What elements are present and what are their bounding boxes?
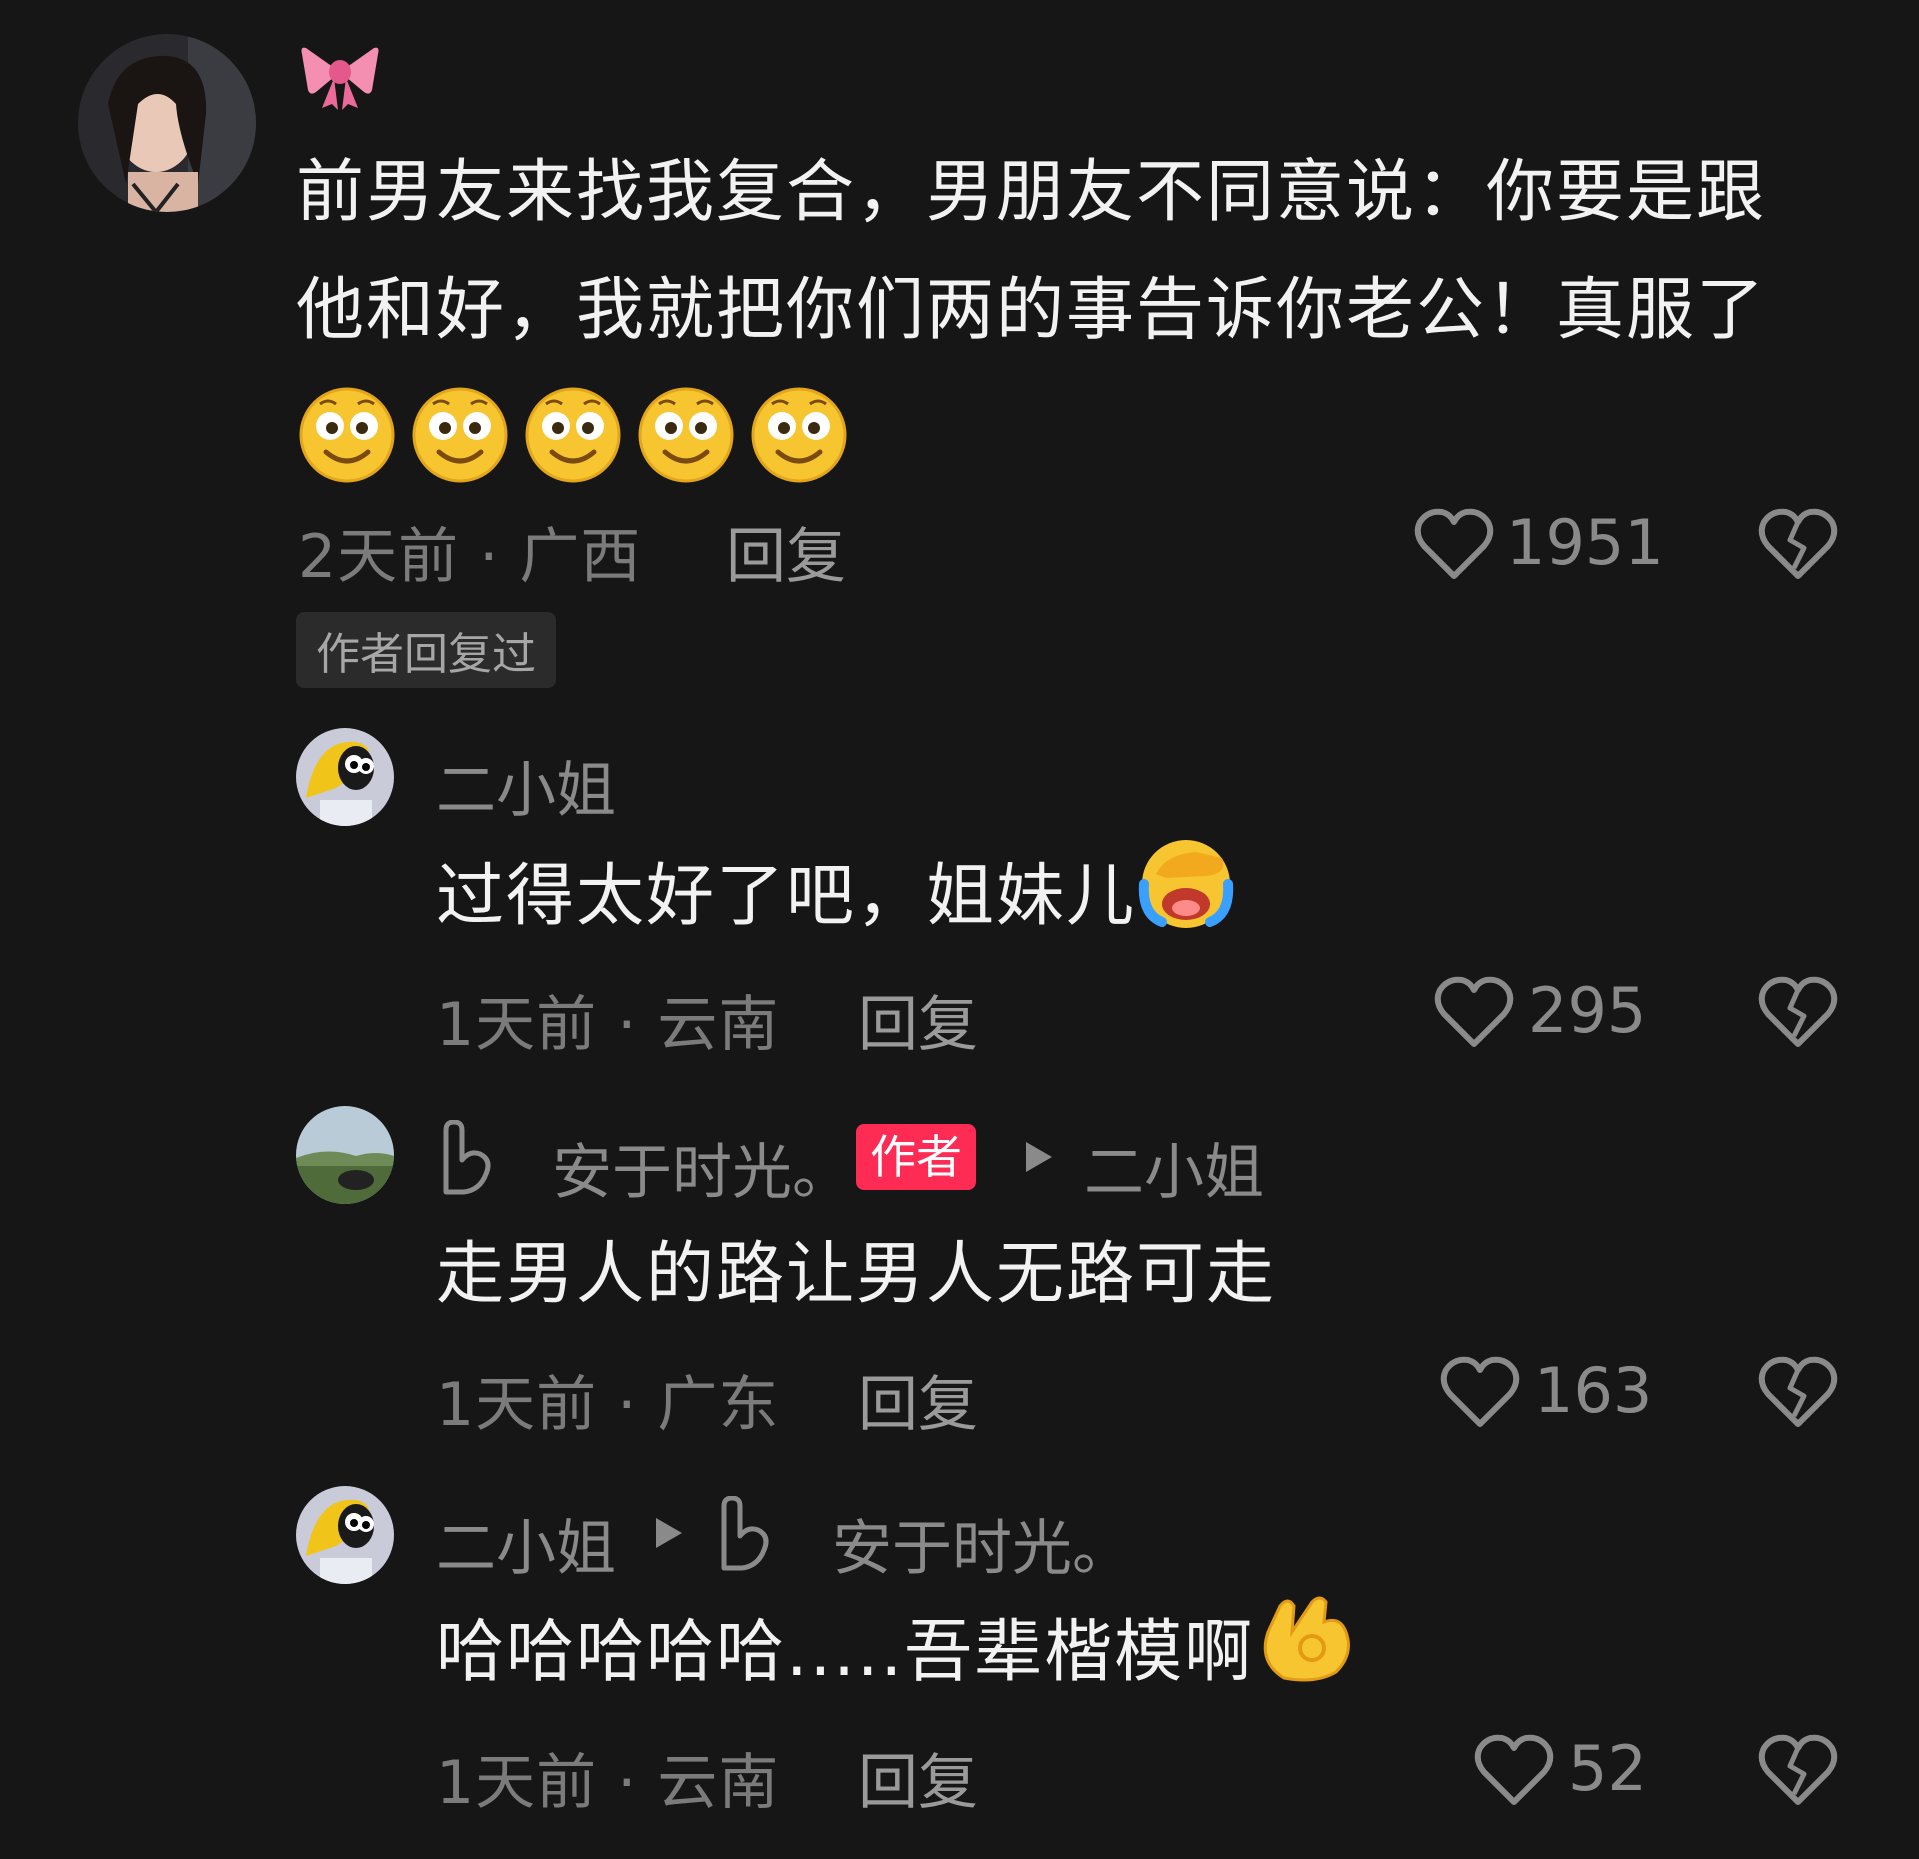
comment-meta: 1天前 · 云南 [436,1748,780,1818]
reply-to-username[interactable]: 安于时光。 [832,1500,1132,1587]
like-count: 163 [1534,1354,1653,1427]
reply-arrow-icon [654,1516,684,1554]
reply-arrow-icon [1024,1140,1054,1178]
comment-text: 过得太好了吧，姐妹儿 [436,834,1236,967]
reply-button[interactable]: 回复 [726,508,846,595]
username[interactable]: 安于时光。 [552,1124,852,1211]
like-count: 1951 [1506,506,1664,579]
comment-text: 走男人的路让男人无路可走 [436,1235,1277,1314]
author-tag: 作者 [856,1124,976,1190]
reply-button[interactable]: 回复 [858,976,978,1063]
emoji-row [298,386,858,488]
grin-emoji [637,386,735,488]
reply-to-username[interactable]: 二小姐 [1084,1124,1264,1211]
grin-emoji [411,386,509,488]
comment-text-content: 哈哈哈哈哈.....吾辈楷模啊 [436,1613,1255,1693]
username[interactable]: 二小姐 [436,742,616,829]
comment-meta: 2天前 · 广西 [298,522,642,592]
avatar-photo [78,34,256,212]
crying-facepalm-emoji [1136,834,1236,967]
comment-text: 前男友来找我复合，男朋友不同意说：你要是跟 他和好，我就把你们两的事告诉你老公！… [296,134,1856,370]
reply-button[interactable]: 回复 [858,1734,978,1821]
like-icon[interactable] [1414,508,1494,584]
avatar-reply[interactable] [296,728,394,826]
reply-button[interactable]: 回复 [858,1356,978,1443]
hand-wave-icon [436,1119,496,1200]
dislike-icon[interactable] [1758,1734,1838,1810]
avatar-main[interactable] [78,34,256,212]
like-icon[interactable] [1474,1734,1554,1810]
avatar-landscape [296,1106,394,1204]
author-replied-tag: 作者回复过 [296,612,556,688]
ribbon-bow-icon [298,38,382,114]
avatar-cartoon [296,1486,394,1584]
like-count: 295 [1528,974,1647,1047]
dislike-icon[interactable] [1758,976,1838,1052]
avatar-cartoon [296,728,394,826]
grin-emoji [298,386,396,488]
hand-wave-icon [714,1495,774,1576]
dislike-icon[interactable] [1758,508,1838,584]
comment-meta: 1天前 · 广东 [436,1370,780,1440]
comment-text-line: 他和好，我就把你们两的事告诉你老公！真服了 [296,271,1767,350]
ok-hand-emoji [1254,1592,1358,1721]
comment-text: 哈哈哈哈哈.....吾辈楷模啊 [436,1592,1358,1721]
comment-text-content: 过得太好了吧，姐妹儿 [436,857,1137,937]
comment-meta: 1天前 · 云南 [436,990,780,1060]
like-count: 52 [1568,1732,1647,1805]
avatar-reply[interactable] [296,1106,394,1204]
like-icon[interactable] [1434,976,1514,1052]
like-icon[interactable] [1440,1356,1520,1432]
grin-emoji [524,386,622,488]
comment-text-line: 前男友来找我复合，男朋友不同意说：你要是跟 [296,153,1767,232]
dislike-icon[interactable] [1758,1356,1838,1432]
username[interactable]: 二小姐 [436,1500,616,1587]
grin-emoji [750,386,848,488]
avatar-reply[interactable] [296,1486,394,1584]
